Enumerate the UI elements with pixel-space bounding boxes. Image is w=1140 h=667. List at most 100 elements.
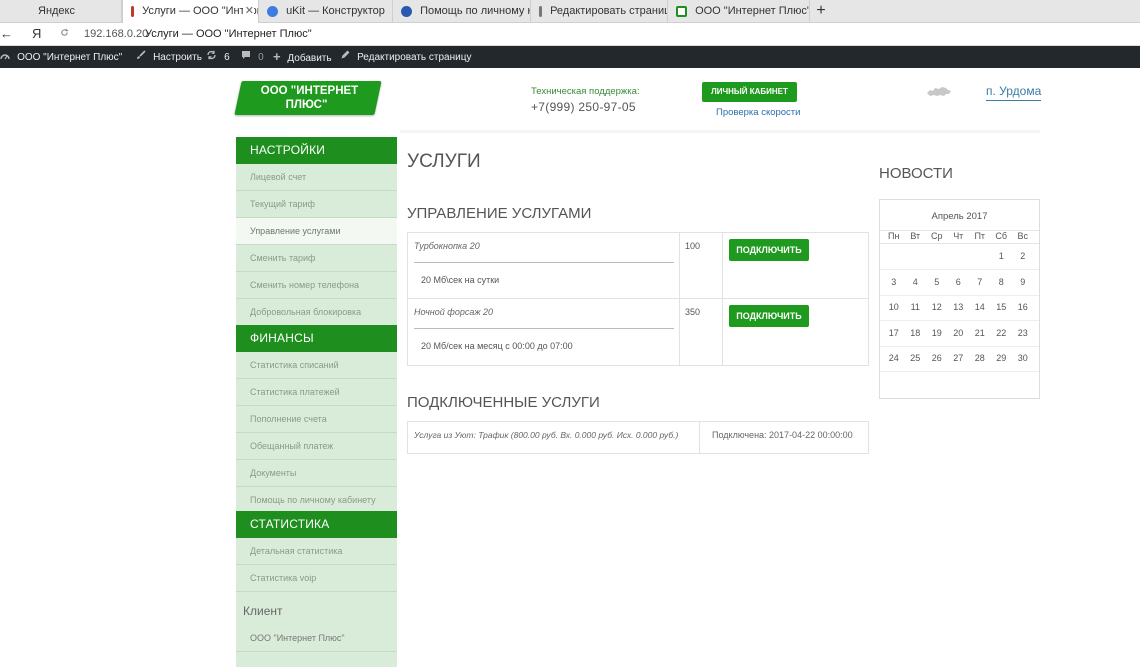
sidebar: НАСТРОЙКИ Лицевой счет Текущий тариф Упр… <box>236 137 397 667</box>
tab-title: ООО "Интернет Плюс"-Сап <box>695 5 809 17</box>
admin-edit-page[interactable]: Редактировать страницу <box>340 46 471 69</box>
url-field[interactable]: 192.168.0.20 <box>84 23 148 45</box>
calendar-caption: Апрель 2017 <box>931 211 988 222</box>
connect-button[interactable]: ПОДКЛЮЧИТЬ <box>729 305 809 327</box>
browser-tab-bar: Яндекс Услуги — ООО "Интернет ✕ uKit — К… <box>0 0 1140 23</box>
admin-add-new[interactable]: + Добавить <box>273 46 332 70</box>
client-name: ООО "Интернет Плюс" <box>250 633 345 643</box>
calendar-day[interactable]: 25 <box>905 353 927 363</box>
sidebar-item-help[interactable]: Помощь по личному кабинету <box>236 487 397 514</box>
tab-yandex[interactable]: Яндекс <box>0 0 122 23</box>
ukit-icon <box>267 5 278 17</box>
calendar-weekday: Чт <box>953 231 964 241</box>
header-divider <box>400 130 1040 133</box>
service-name: Ночной форсаж 20 <box>414 307 494 317</box>
plus-icon: + <box>273 49 281 64</box>
sidebar-item-manage-services[interactable]: Управление услугами <box>236 218 397 245</box>
calendar-weekday: Сб <box>995 231 1008 241</box>
calendar-day[interactable]: 14 <box>969 302 991 312</box>
calendar-row-divider <box>880 320 1039 321</box>
calendar-day[interactable]: 1 <box>991 251 1013 261</box>
address-bar: ← Я 192.168.0.20 Услуги — ООО "Интернет … <box>0 23 1140 46</box>
admin-updates[interactable]: 6 <box>206 46 230 69</box>
calendar-day[interactable]: 24 <box>883 353 905 363</box>
calendar-day[interactable]: 16 <box>1012 302 1034 312</box>
sidebar-item-change-tariff[interactable]: Сменить тариф <box>236 245 397 272</box>
sidebar-item-payments-stats[interactable]: Статистика платежей <box>236 379 397 406</box>
calendar-day[interactable]: 26 <box>926 353 948 363</box>
sidebar-item-change-phone[interactable]: Сменить номер телефона <box>236 272 397 299</box>
connected-services-title: ПОДКЛЮЧЕННЫЕ УСЛУГИ <box>407 394 600 411</box>
sidebar-item-current-tariff[interactable]: Текущий тариф <box>236 191 397 218</box>
tab-edit-page[interactable]: Редактировать страницу ‹ С <box>531 0 668 23</box>
personal-cabinet-button[interactable]: ЛИЧНЫЙ КАБИНЕТ <box>702 82 797 102</box>
yandex-icon[interactable]: Я <box>32 23 41 45</box>
admin-customize[interactable]: Настроить <box>136 46 202 69</box>
calendar-day[interactable]: 18 <box>905 328 927 338</box>
calendar-day[interactable]: 23 <box>1012 328 1034 338</box>
sidebar-item-promised-payment[interactable]: Обещанный платеж <box>236 433 397 460</box>
sidebar-item-detailed-stats[interactable]: Детальная статистика <box>236 538 397 565</box>
speed-test-link[interactable]: Проверка скорости <box>716 107 800 118</box>
calendar-weekday: Вс <box>1017 231 1028 241</box>
page-icon <box>539 5 542 17</box>
admin-site-name[interactable]: ООО "Интернет Плюс" <box>0 46 122 69</box>
calendar-day[interactable]: 7 <box>969 277 991 287</box>
admin-comments[interactable]: 0 <box>241 46 264 69</box>
calendar-day[interactable]: 4 <box>905 277 927 287</box>
calendar-day[interactable]: 21 <box>969 328 991 338</box>
tab-services[interactable]: Услуги — ООО "Интернет ✕ <box>122 0 259 23</box>
calendar-day[interactable]: 5 <box>926 277 948 287</box>
admin-bar: ООО "Интернет Плюс" Настроить 6 0 + Доба… <box>0 46 1140 68</box>
comment-icon <box>241 51 254 63</box>
tab-ukit[interactable]: uKit — Конструктор <box>259 0 393 23</box>
services-table: Турбокнопка 20 20 Мб\сек на сутки 100 ПО… <box>407 232 869 366</box>
service-separator <box>414 262 674 263</box>
calendar-day[interactable]: 2 <box>1012 251 1034 261</box>
brush-icon <box>136 50 149 63</box>
calendar-weekday: Пт <box>974 231 986 241</box>
calendar-day[interactable]: 19 <box>926 328 948 338</box>
calendar-weekday: Ср <box>930 231 943 241</box>
calendar-day[interactable]: 12 <box>926 302 948 312</box>
new-tab-button[interactable]: + <box>812 0 830 23</box>
calendar-day[interactable]: 6 <box>948 277 970 287</box>
connect-button[interactable]: ПОДКЛЮЧИТЬ <box>729 239 809 261</box>
site-icon <box>676 5 687 17</box>
sidebar-item-account[interactable]: Лицевой счет <box>236 164 397 191</box>
calendar-day[interactable]: 28 <box>969 353 991 363</box>
table-row: Турбокнопка 20 20 Мб\сек на сутки 100 ПО… <box>408 233 868 299</box>
city-selector[interactable]: п. Урдома <box>986 84 1042 101</box>
calendar-day[interactable]: 17 <box>883 328 905 338</box>
sidebar-heading-settings: НАСТРОЙКИ <box>236 137 397 164</box>
close-icon[interactable]: ✕ <box>242 0 254 23</box>
calendar-day[interactable]: 8 <box>991 277 1013 287</box>
reload-icon[interactable] <box>60 23 69 45</box>
admin-site-name-label: ООО "Интернет Плюс" <box>17 52 123 63</box>
calendar-day[interactable]: 11 <box>905 302 927 312</box>
tab-help[interactable]: Помощь по личному кабин <box>393 0 531 23</box>
sidebar-item-charges-stats[interactable]: Статистика списаний <box>236 352 397 379</box>
calendar-day[interactable]: 13 <box>948 302 970 312</box>
calendar-day[interactable]: 10 <box>883 302 905 312</box>
calendar-day[interactable]: 3 <box>883 277 905 287</box>
calendar-day[interactable]: 27 <box>948 353 970 363</box>
sidebar-item-top-up[interactable]: Пополнение счета <box>236 406 397 433</box>
sidebar-item-voip-stats[interactable]: Статистика voip <box>236 565 397 592</box>
sidebar-item-voluntary-block[interactable]: Добровольная блокировка <box>236 299 397 326</box>
back-arrow-icon[interactable]: ← <box>0 23 13 45</box>
calendar-day[interactable]: 22 <box>991 328 1013 338</box>
calendar-day[interactable]: 9 <box>1012 277 1034 287</box>
sidebar-item-documents[interactable]: Документы <box>236 460 397 487</box>
help-icon <box>401 5 412 17</box>
logo-line-1: ООО "ИНТЕРНЕТ <box>260 85 359 97</box>
calendar-day[interactable]: 29 <box>991 353 1013 363</box>
calendar-day[interactable]: 20 <box>948 328 970 338</box>
calendar-day[interactable]: 15 <box>991 302 1013 312</box>
site-logo[interactable]: ООО "ИНТЕРНЕТ ПЛЮС" <box>234 81 382 115</box>
support-phone: +7(999) 250-97-05 <box>531 100 636 114</box>
tab-site[interactable]: ООО "Интернет Плюс"-Сап <box>668 0 810 23</box>
address-page-title: Услуги — ООО "Интернет Плюс" <box>145 28 312 40</box>
calendar-day[interactable]: 30 <box>1012 353 1034 363</box>
service-info-cell: Турбокнопка 20 20 Мб\сек на сутки <box>408 233 680 299</box>
